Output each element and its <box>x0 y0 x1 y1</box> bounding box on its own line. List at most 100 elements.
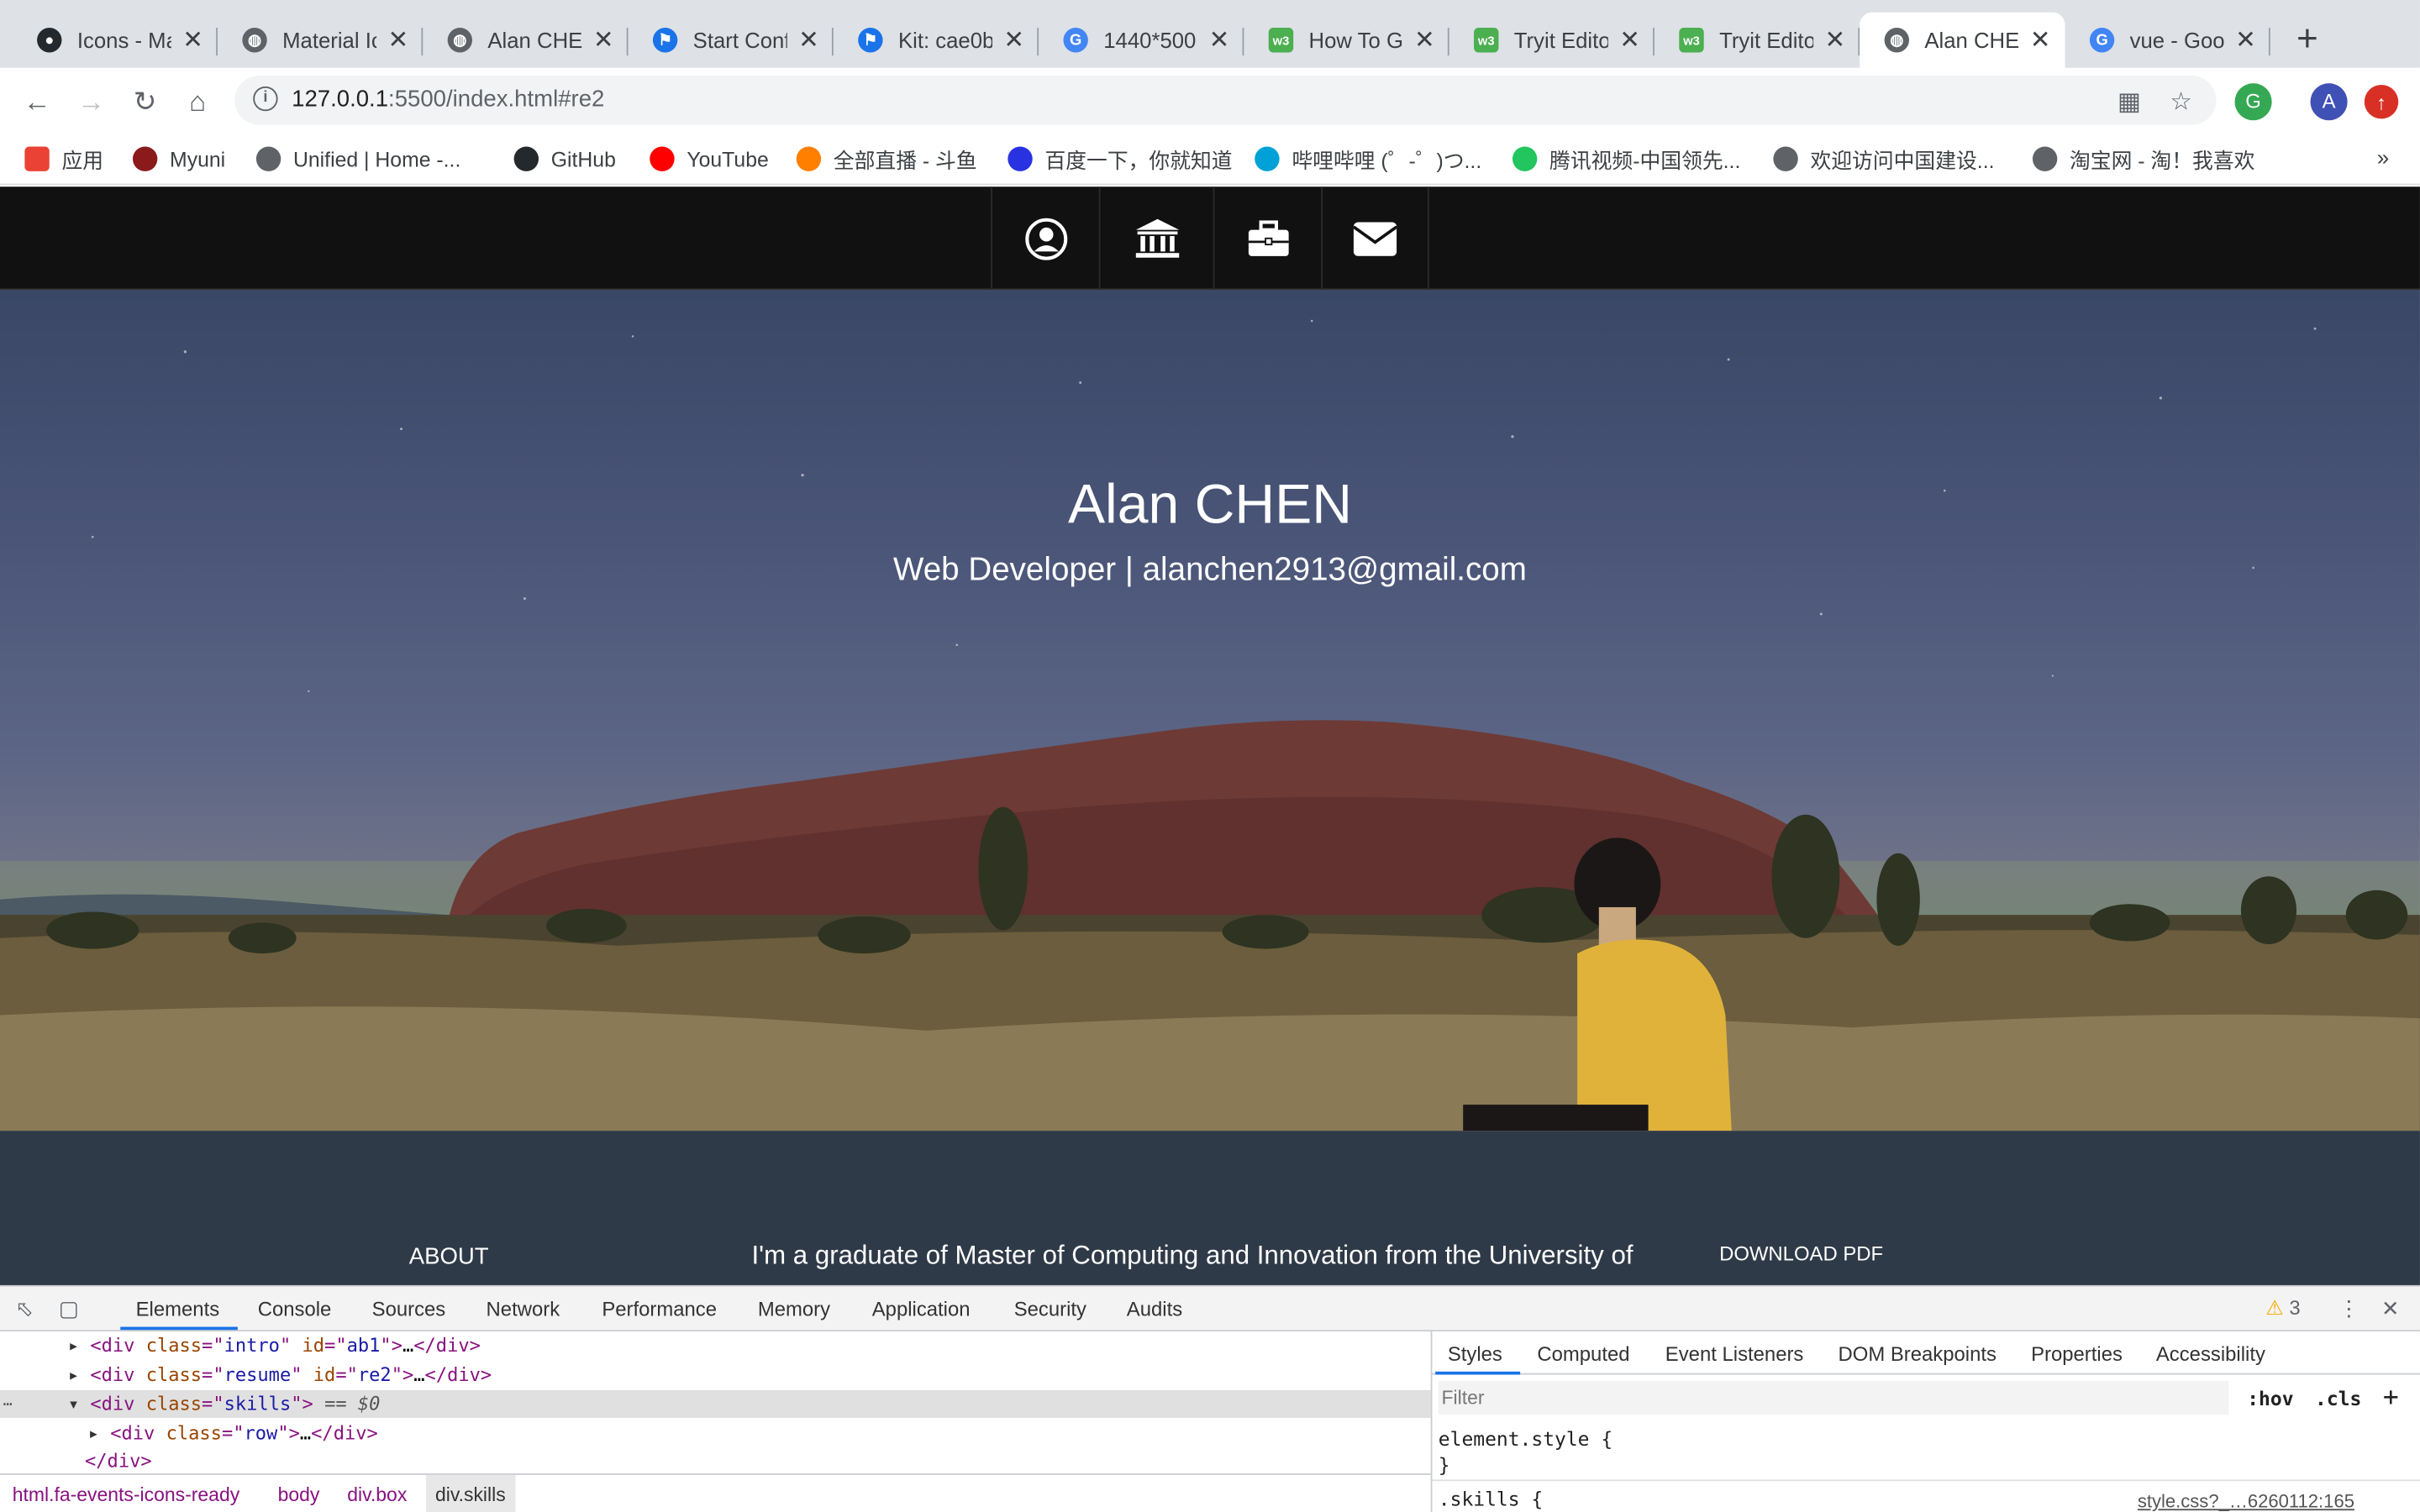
new-style-rule-icon[interactable]: + <box>2383 1383 2399 1414</box>
bookmark-label: 哔哩哔哩 (゜-゜)つ... <box>1292 150 1482 173</box>
browser-toolbar: ← → ↻ ⌂ i 127.0.0.1:5500/index.html#re2 … <box>0 67 2420 133</box>
back-arrow-icon[interactable]: ← <box>18 83 55 120</box>
tab-properties[interactable]: Properties <box>2031 1342 2123 1366</box>
more-bookmarks-icon[interactable]: » <box>2377 145 2389 170</box>
globe-icon: ◍ <box>1884 28 1909 53</box>
star-icon[interactable]: ☆ <box>2170 87 2191 118</box>
close-tab-icon[interactable]: ✕ <box>797 24 821 55</box>
w3-icon: w3 <box>1268 28 1294 53</box>
bookmark-item[interactable]: 百度一下，你就知道 <box>1007 144 1233 175</box>
cls-toggle[interactable]: .cls <box>2315 1387 2361 1410</box>
more-ellipsis[interactable]: … <box>3 1394 13 1410</box>
warning-count[interactable]: ⚠ 3 <box>2265 1296 2300 1320</box>
about-text: I'm a graduate of Master of Computing an… <box>751 1240 1634 1270</box>
browser-tab[interactable]: ● Icons - Ma ✕ <box>13 13 218 68</box>
devtools-tab[interactable]: Application <box>872 1298 971 1321</box>
profile-avatar[interactable]: A <box>2310 83 2348 121</box>
close-tab-icon[interactable]: ✕ <box>1823 24 1847 55</box>
nav-work[interactable] <box>1213 186 1322 291</box>
download-pdf-link[interactable]: DOWNLOAD PDF <box>1719 1242 1883 1266</box>
devtools-tab[interactable]: Elements <box>136 1298 220 1321</box>
browser-tab[interactable]: ⚑ Start Conf ✕ <box>629 13 834 68</box>
bookmark-item[interactable]: Unified | Home -... <box>255 144 460 175</box>
devtools-tab[interactable]: Console <box>258 1298 332 1321</box>
dom-node-resume[interactable]: ▸ <div class="resume" id="re2">…</div> <box>68 1361 492 1389</box>
update-icon[interactable]: ↑ <box>2364 85 2399 119</box>
breadcrumb-div-box[interactable]: div.box <box>347 1484 407 1506</box>
breadcrumb-body[interactable]: body <box>278 1484 320 1506</box>
inspect-element-icon[interactable]: ⬁ <box>15 1296 34 1322</box>
close-devtools-icon[interactable]: ✕ <box>2381 1296 2400 1322</box>
bookmark-item[interactable]: 腾讯视频-中国领先... <box>1512 144 1740 175</box>
close-tab-icon[interactable]: ✕ <box>591 24 615 55</box>
browser-tab[interactable]: G 1440*500 ✕ <box>1039 13 1244 68</box>
tab-computed[interactable]: Computed <box>1537 1342 1629 1366</box>
styles-filter-input[interactable]: Filter <box>1438 1380 2229 1415</box>
home-icon[interactable]: ⌂ <box>179 83 216 120</box>
bookmark-item[interactable]: Myuni <box>132 144 225 175</box>
bookmark-item[interactable]: 全部直播 - 斗鱼 <box>796 144 977 175</box>
site-info-icon[interactable]: i <box>253 86 278 112</box>
browser-tab[interactable]: ⚑ Kit: cae0b ✕ <box>834 13 1039 68</box>
hov-toggle[interactable]: :hov <box>2247 1387 2293 1410</box>
translate-icon[interactable]: ▦ <box>2118 87 2141 118</box>
close-tab-icon[interactable]: ✕ <box>181 24 205 55</box>
tab-styles[interactable]: Styles <box>1448 1342 1502 1366</box>
forward-arrow-icon[interactable]: → <box>72 83 109 120</box>
close-tab-icon[interactable]: ✕ <box>1618 24 1642 55</box>
browser-tab[interactable]: ◍ Alan CHEN ✕ <box>1860 12 2065 68</box>
browser-tab[interactable]: ◍ Material Ic ✕ <box>218 13 424 68</box>
devtools-tab[interactable]: Sources <box>372 1298 446 1321</box>
styles-pane: Styles Computed Event Listeners DOM Brea… <box>1430 1331 2420 1512</box>
grammarly-extension-icon[interactable]: G <box>2234 83 2272 121</box>
tab-event-listeners[interactable]: Event Listeners <box>1665 1342 1804 1366</box>
envelope-icon <box>1353 221 1397 255</box>
devtools-menu-icon[interactable]: ⋮ <box>2338 1296 2360 1322</box>
rule-divider <box>1432 1479 2420 1482</box>
devtools-tab[interactable]: Security <box>1014 1298 1086 1321</box>
bookmark-item[interactable]: 应用 <box>24 144 103 175</box>
url-text[interactable]: 127.0.0.1:5500/index.html#re2 <box>292 87 604 113</box>
nav-contact[interactable] <box>1321 186 1429 291</box>
address-bar[interactable]: i 127.0.0.1:5500/index.html#re2 ▦ ☆ <box>234 75 2217 125</box>
element-style-rule[interactable]: element.style { <box>1439 1427 1612 1451</box>
close-tab-icon[interactable]: ✕ <box>1002 24 1026 55</box>
bookmark-item[interactable]: GitHub <box>513 144 616 175</box>
browser-tab[interactable]: w3 Tryit Edito ✕ <box>1449 13 1655 68</box>
browser-tab[interactable]: Gvue - Goo ✕ <box>2065 13 2270 68</box>
browser-tab[interactable]: ◍ Alan CHEN ✕ <box>423 13 629 68</box>
nav-about[interactable] <box>991 186 1099 291</box>
devtools-tab[interactable]: Performance <box>602 1298 717 1321</box>
devtools-tab[interactable]: Network <box>487 1298 560 1321</box>
style-source-link[interactable]: style.css?_…6260112:165 <box>2138 1490 2354 1512</box>
close-tab-icon[interactable]: ✕ <box>1207 24 1231 55</box>
google-icon: G <box>1063 28 1088 53</box>
reload-icon[interactable]: ↻ <box>127 83 164 120</box>
bookmark-item[interactable]: 欢迎访问中国建设... <box>1773 144 1995 175</box>
dom-node-row[interactable]: ▸ <div class="row">…</div> <box>88 1420 378 1447</box>
dom-node-skills[interactable]: ▾ <div class="skills"> == $0 <box>68 1390 381 1418</box>
devtools-tab[interactable]: Audits <box>1127 1298 1182 1321</box>
bookmark-item[interactable]: YouTube <box>650 144 769 175</box>
breadcrumb-div-skills[interactable]: div.skills <box>425 1474 515 1512</box>
dom-node-intro[interactable]: ▸ <div class="intro" id="ab1">…</div> <box>68 1331 481 1359</box>
dom-tree: … ▸ <div class="intro" id="ab1">…</div> … <box>0 1331 1431 1473</box>
tab-accessibility[interactable]: Accessibility <box>2156 1342 2265 1366</box>
new-tab-icon[interactable]: + <box>2296 21 2318 59</box>
close-tab-icon[interactable]: ✕ <box>2233 24 2258 55</box>
about-heading: ABOUT <box>408 1243 489 1270</box>
breadcrumb-html[interactable]: html.fa-events-icons-ready <box>13 1484 240 1506</box>
devtools-tab[interactable]: Memory <box>758 1298 830 1321</box>
google-icon: G <box>2089 28 2115 53</box>
tab-dom-breakpoints[interactable]: DOM Breakpoints <box>1839 1342 1996 1366</box>
device-toolbar-icon[interactable]: ▢ <box>59 1296 79 1322</box>
close-tab-icon[interactable]: ✕ <box>1413 24 1437 55</box>
browser-tab[interactable]: w3 Tryit Edito ✕ <box>1655 13 1860 68</box>
nav-education[interactable] <box>1098 186 1213 291</box>
browser-tab[interactable]: w3 How To G ✕ <box>1244 13 1449 68</box>
skills-style-rule[interactable]: .skills { <box>1439 1488 1543 1511</box>
close-tab-icon[interactable]: ✕ <box>386 24 410 55</box>
bookmark-item[interactable]: 哔哩哔哩 (゜-゜)つ... <box>1255 144 1481 175</box>
bookmark-item[interactable]: 淘宝网 - 淘！我喜欢 <box>2032 144 2254 175</box>
close-tab-icon[interactable]: ✕ <box>2028 24 2052 55</box>
